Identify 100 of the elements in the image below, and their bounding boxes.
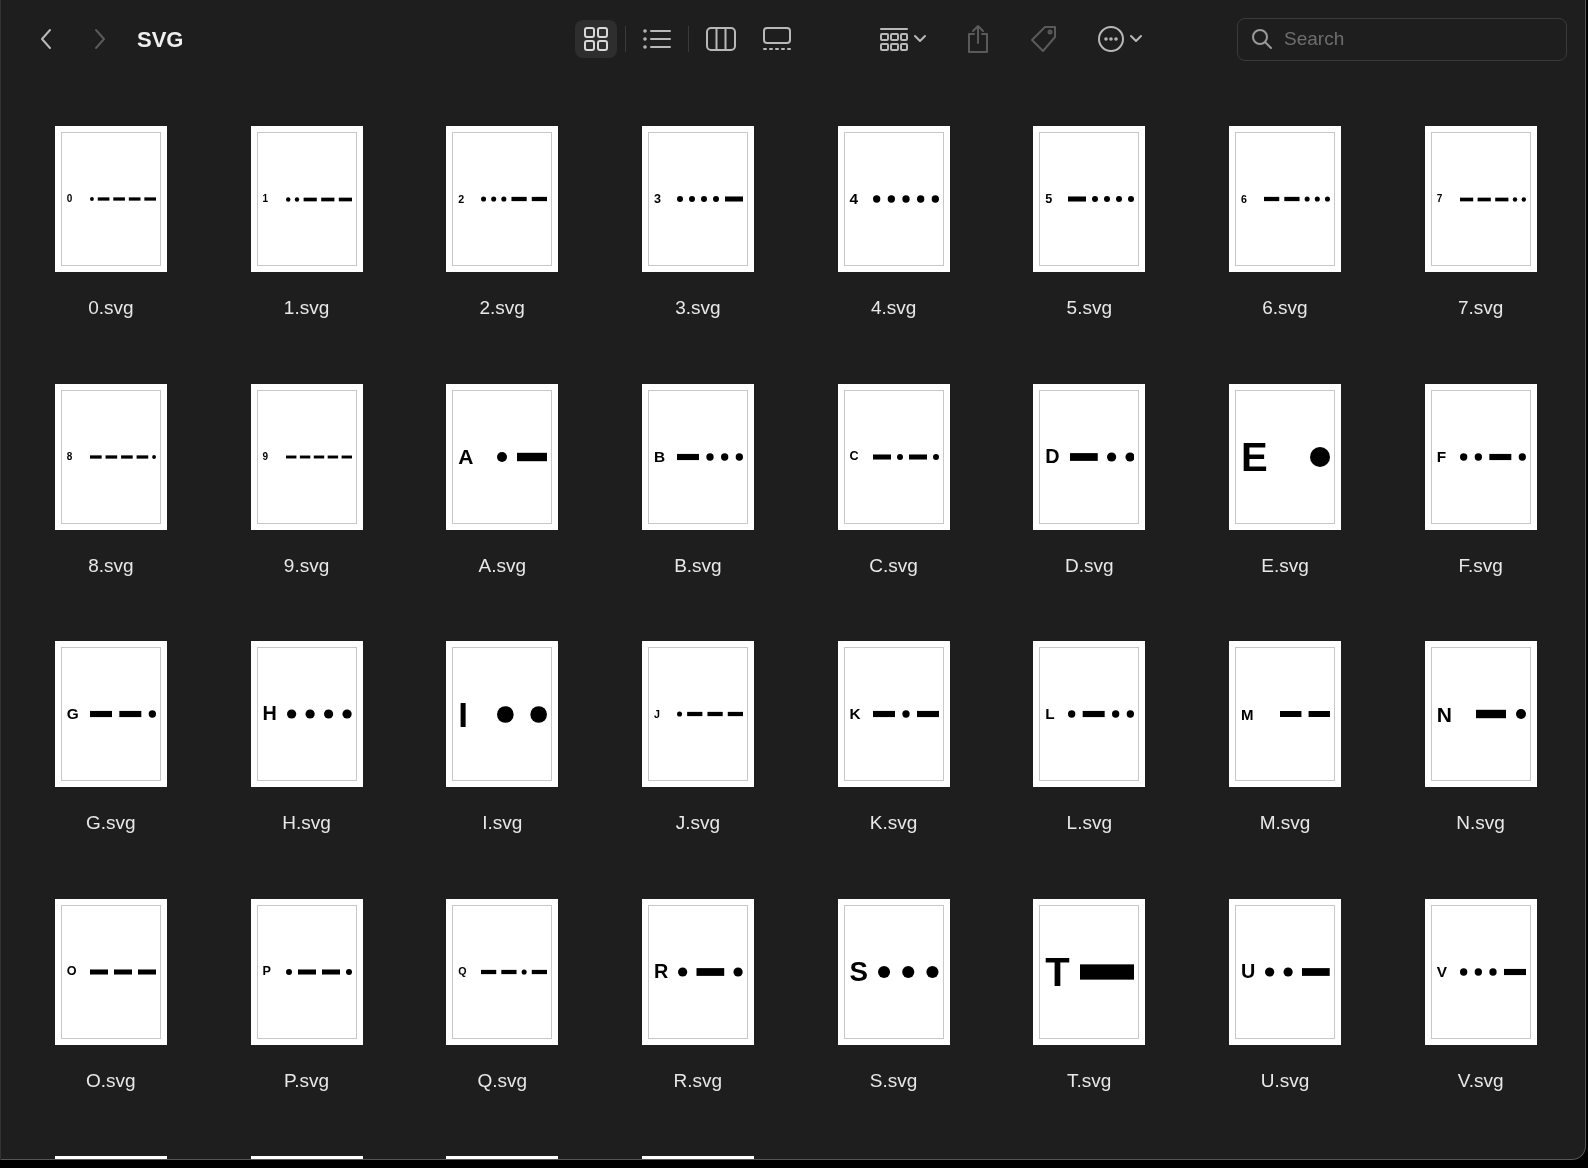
morse-code-drawing (678, 965, 743, 978)
thumbnail-letter: U (1240, 961, 1256, 982)
file-thumbnail[interactable]: S (837, 898, 950, 1045)
file-name[interactable]: U.svg (1260, 1066, 1310, 1095)
file-name[interactable]: P.svg (284, 1066, 330, 1095)
view-button[interactable] (575, 20, 618, 58)
list-icon (642, 27, 673, 51)
thumbnail-letter: 1 (262, 194, 269, 204)
columns-icon (705, 26, 738, 52)
file-name[interactable]: J.svg (675, 809, 721, 838)
file-name[interactable]: 7.svg (1457, 294, 1504, 323)
file-thumbnail[interactable]: 9 (250, 383, 363, 530)
file-thumbnail[interactable]: 5 (1033, 126, 1146, 272)
morse-code-drawing (481, 967, 548, 976)
morse-code-drawing (1459, 966, 1526, 977)
file-name[interactable]: A.svg (478, 551, 526, 580)
file-name[interactable]: 4.svg (870, 294, 917, 323)
file-name[interactable]: N.svg (1456, 809, 1505, 838)
file-thumbnail[interactable]: F (1424, 383, 1537, 530)
file-thumbnail[interactable]: U (1228, 898, 1341, 1045)
file-name[interactable]: 1.svg (283, 294, 330, 323)
caret-icon (1129, 34, 1144, 44)
file-thumbnail[interactable]: G (54, 641, 167, 787)
search-field[interactable]: Search (1237, 17, 1567, 61)
morse-code-drawing (1459, 451, 1526, 462)
file-thumbnail[interactable]: M (1228, 641, 1341, 787)
file-name[interactable]: D.svg (1065, 551, 1114, 580)
file-thumbnail[interactable]: J (641, 641, 754, 787)
file-thumbnail[interactable]: O (54, 898, 167, 1045)
file-thumbnail[interactable]: Q (446, 898, 559, 1045)
morse-code-drawing (1068, 195, 1135, 203)
file-thumbnail[interactable]: 8 (54, 383, 167, 530)
file-name[interactable]: O.svg (86, 1066, 136, 1095)
file-thumbnail[interactable]: A (446, 383, 559, 530)
morse-code-drawing (1068, 709, 1135, 719)
file-thumbnail[interactable]: K (837, 641, 950, 787)
file-name[interactable]: C.svg (869, 551, 918, 580)
thumbnail-letter: S (849, 957, 869, 986)
thumbnail-letter: H (262, 704, 277, 724)
file-thumbnail[interactable]: 2 (446, 126, 559, 272)
file-thumbnail[interactable]: N (1424, 641, 1537, 787)
file-thumbnail[interactable]: E (1228, 383, 1341, 530)
file-name[interactable]: 2.svg (479, 294, 525, 323)
morse-code-drawing (497, 704, 548, 724)
caret-icon (913, 34, 928, 44)
file-name[interactable]: 9.svg (283, 551, 330, 580)
thumbnail-letter: 2 (458, 193, 465, 205)
grid-icon (583, 26, 610, 52)
group-icon (879, 26, 910, 52)
thumbnail-letter: 8 (66, 451, 73, 462)
file-thumbnail[interactable]: 6 (1228, 126, 1341, 272)
file-thumbnail[interactable]: 3 (641, 126, 754, 272)
morse-code-drawing (676, 195, 743, 203)
file-name[interactable]: 5.svg (1066, 294, 1112, 323)
file-thumbnail[interactable]: V (1424, 898, 1537, 1045)
file-thumbnail[interactable]: R (641, 898, 754, 1045)
thumbnail-letter: P (262, 965, 271, 978)
file-thumbnail[interactable]: I (446, 641, 559, 787)
file-thumbnail[interactable]: 7 (1424, 126, 1537, 272)
file-name[interactable]: K.svg (869, 809, 918, 838)
file-name[interactable]: 6.svg (1262, 294, 1308, 323)
file-name[interactable]: M.svg (1259, 809, 1311, 838)
morse-code-drawing (676, 451, 743, 462)
file-name[interactable]: L.svg (1066, 809, 1112, 838)
file-thumbnail[interactable]: T (1033, 898, 1146, 1045)
file-name[interactable]: H.svg (282, 809, 331, 838)
file-name[interactable]: 3.svg (675, 294, 721, 323)
file-thumbnail[interactable]: H (250, 641, 363, 787)
file-thumbnail[interactable]: C (837, 383, 950, 530)
morse-code-drawing (1265, 965, 1330, 978)
file-thumbnail[interactable]: B (641, 383, 754, 530)
file-name[interactable]: Q.svg (477, 1066, 528, 1095)
thumbnail-letter: M (1240, 706, 1254, 722)
file-name[interactable]: B.svg (674, 551, 722, 580)
window-title: SVG (137, 25, 184, 54)
morse-code-drawing (481, 195, 548, 203)
file-name[interactable]: F.svg (1458, 551, 1503, 580)
morse-code-drawing (1263, 195, 1330, 203)
file-thumbnail[interactable]: D (1033, 383, 1146, 530)
file-thumbnail[interactable]: 4 (837, 126, 950, 272)
file-thumbnail[interactable]: 1 (250, 126, 363, 272)
thumbnail-letter: O (66, 965, 77, 978)
file-thumbnail[interactable]: P (250, 898, 363, 1045)
morse-code-drawing (285, 195, 352, 203)
file-name[interactable]: S.svg (869, 1066, 918, 1095)
file-name[interactable]: I.svg (482, 809, 523, 838)
file-thumbnail[interactable]: 0 (54, 126, 167, 272)
morse-code-drawing (285, 453, 352, 460)
file-thumbnail[interactable]: L (1033, 641, 1146, 787)
file-name[interactable]: R.svg (673, 1066, 723, 1095)
file-name[interactable]: V.svg (1457, 1066, 1504, 1095)
thumbnail-letter: A (458, 446, 474, 467)
morse-code-drawing (1459, 195, 1526, 203)
thumbnail-letter: 5 (1045, 192, 1053, 206)
file-name[interactable]: 0.svg (88, 294, 134, 323)
file-name[interactable]: T.svg (1067, 1066, 1112, 1095)
morse-code-drawing (89, 453, 156, 460)
file-name[interactable]: E.svg (1261, 551, 1309, 580)
file-name[interactable]: G.svg (86, 809, 136, 838)
file-name[interactable]: 8.svg (88, 551, 134, 580)
